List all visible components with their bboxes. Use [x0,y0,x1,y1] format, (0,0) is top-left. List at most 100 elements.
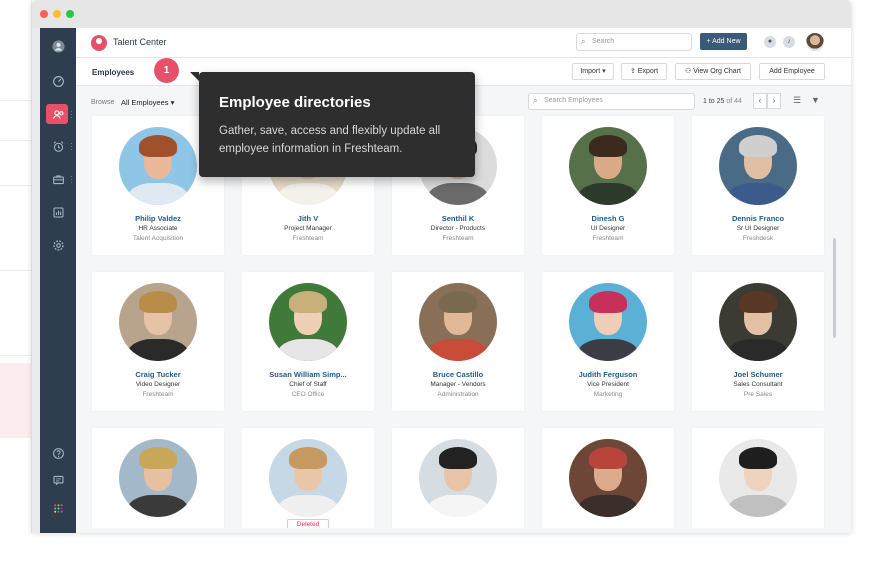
settings-gear-icon[interactable] [48,235,68,255]
list-view-icon[interactable]: ☰ [793,95,801,106]
org-chart-icon: ⚇ [685,68,694,75]
employee-card[interactable] [542,428,674,528]
notification-bell-icon[interactable]: ♪ [783,36,795,48]
employee-photo [119,283,197,361]
add-employee-button[interactable]: Add Employee [759,63,825,80]
employee-department: Freshdesk [742,235,774,242]
employee-name[interactable]: Craig Tucker [92,370,224,379]
employee-card[interactable]: Dennis Franco Sr UI Designer Freshdesk [692,116,824,255]
minimize-window-button[interactable] [53,10,61,18]
more-dots-icon[interactable]: · · · [70,108,73,122]
photo-hair [289,447,327,469]
employee-card[interactable]: Bruce Castillo Manager - Vendors Administr… [392,272,524,411]
profile-avatar[interactable] [806,33,824,51]
photo-body [277,495,339,517]
app-title: Talent Center [113,37,167,47]
browse-dropdown[interactable]: All Employees ▾ [121,98,174,107]
employee-card[interactable]: Joel Schumer Sales Consultant Pre Sales [692,272,824,411]
employee-department: Freshteam [592,235,624,242]
chat-icon[interactable] [48,470,68,490]
employee-department: Talent Acquisition [132,235,184,242]
employee-search-input[interactable]: ⌕ Search Employees [528,93,695,110]
employee-card[interactable] [392,428,524,528]
employees-icon[interactable] [48,104,68,124]
background-highlight [0,363,32,438]
background-divider [0,355,32,356]
more-dots-icon[interactable]: · · · [70,140,73,154]
app-logo[interactable] [91,35,107,51]
employee-photo [119,439,197,517]
employee-photo [419,439,497,517]
help-icon[interactable] [48,443,68,463]
employee-name[interactable]: Judith Ferguson [542,370,674,379]
alarm-clock-icon[interactable] [48,136,68,156]
dashboard-icon[interactable] [48,71,68,91]
photo-body [727,339,789,361]
employee-role: Video Designer [135,381,181,388]
employee-name[interactable]: Senthil K [392,214,524,223]
photo-hair [739,447,777,469]
briefcase-icon[interactable] [48,169,68,189]
filter-funnel-icon[interactable]: ▼ [811,95,820,105]
employee-photo [569,283,647,361]
export-button[interactable]: ⇪ Export [621,63,667,80]
tour-step-badge: 1 [154,58,179,83]
view-org-chart-button[interactable]: ⚇ View Org Chart [675,63,751,80]
pager-total: of 44 [724,98,742,105]
employee-role: Sr UI Designer [736,225,780,232]
employee-photo [569,439,647,517]
employee-department: Marketing [593,391,623,398]
employee-card[interactable]: Dinesh G UI Designer Freshteam [542,116,674,255]
next-page-button[interactable]: › [767,93,781,109]
close-window-button[interactable] [40,10,48,18]
employee-photo [719,283,797,361]
employee-card[interactable]: Susan William Simp... Chief of Staff CEO O… [242,272,374,411]
upload-icon: ⇪ [629,68,638,75]
background-divider [0,100,32,101]
user-avatar-icon[interactable] [48,36,68,56]
reports-chart-icon[interactable] [48,202,68,222]
more-dots-icon[interactable]: · · · [70,173,73,187]
pager-range: 1 to 25 [703,98,725,105]
employee-photo [269,283,347,361]
employee-search-placeholder: Search Employees [544,97,603,104]
employee-name[interactable]: Bruce Castillo [392,370,524,379]
employee-department: CEO Office [291,391,325,398]
background-divider [0,140,32,141]
employee-card[interactable]: Craig Tucker Video Designer Freshteam [92,272,224,411]
employee-card[interactable] [692,428,824,528]
employee-card[interactable]: Deleted [242,428,374,528]
photo-body [427,183,489,205]
browse-label: Browse [91,99,115,106]
employee-card[interactable] [92,428,224,528]
apps-grid-icon[interactable] [48,498,68,518]
employee-name[interactable]: Joel Schumer [692,370,824,379]
global-search-input[interactable]: ⌕ Search [576,33,692,51]
import-button[interactable]: Import ▾ [572,63,614,80]
maximize-window-button[interactable] [66,10,74,18]
window-titlebar [32,0,851,28]
scrollbar[interactable] [833,238,836,338]
search-placeholder: Search [592,38,615,45]
previous-page-button[interactable]: ‹ [753,93,767,109]
employee-photo [119,127,197,205]
employee-name[interactable]: Philip Valdez [92,214,224,223]
employee-name[interactable]: Dinesh G [542,214,674,223]
photo-hair [589,447,627,469]
employee-role: Sales Consultant [733,381,783,388]
export-label: Export [637,68,659,75]
employee-role: Project Manager [284,225,332,232]
chat-bubble-icon[interactable]: ● [764,36,776,48]
employee-name[interactable]: Jith V [242,214,374,223]
photo-hair [289,291,327,313]
photo-hair [589,291,627,313]
add-new-button[interactable]: + Add New [700,33,747,50]
employee-name[interactable]: Susan William Simp... [242,370,374,379]
employee-name[interactable]: Dennis Franco [692,214,824,223]
employee-role: Vice President [587,381,629,388]
employee-department: Freshteam [442,235,474,242]
tooltip-title: Employee directories [219,94,371,111]
employee-card[interactable]: Judith Ferguson Vice President Marketing [542,272,674,411]
background-page [0,0,32,533]
photo-hair [589,135,627,157]
